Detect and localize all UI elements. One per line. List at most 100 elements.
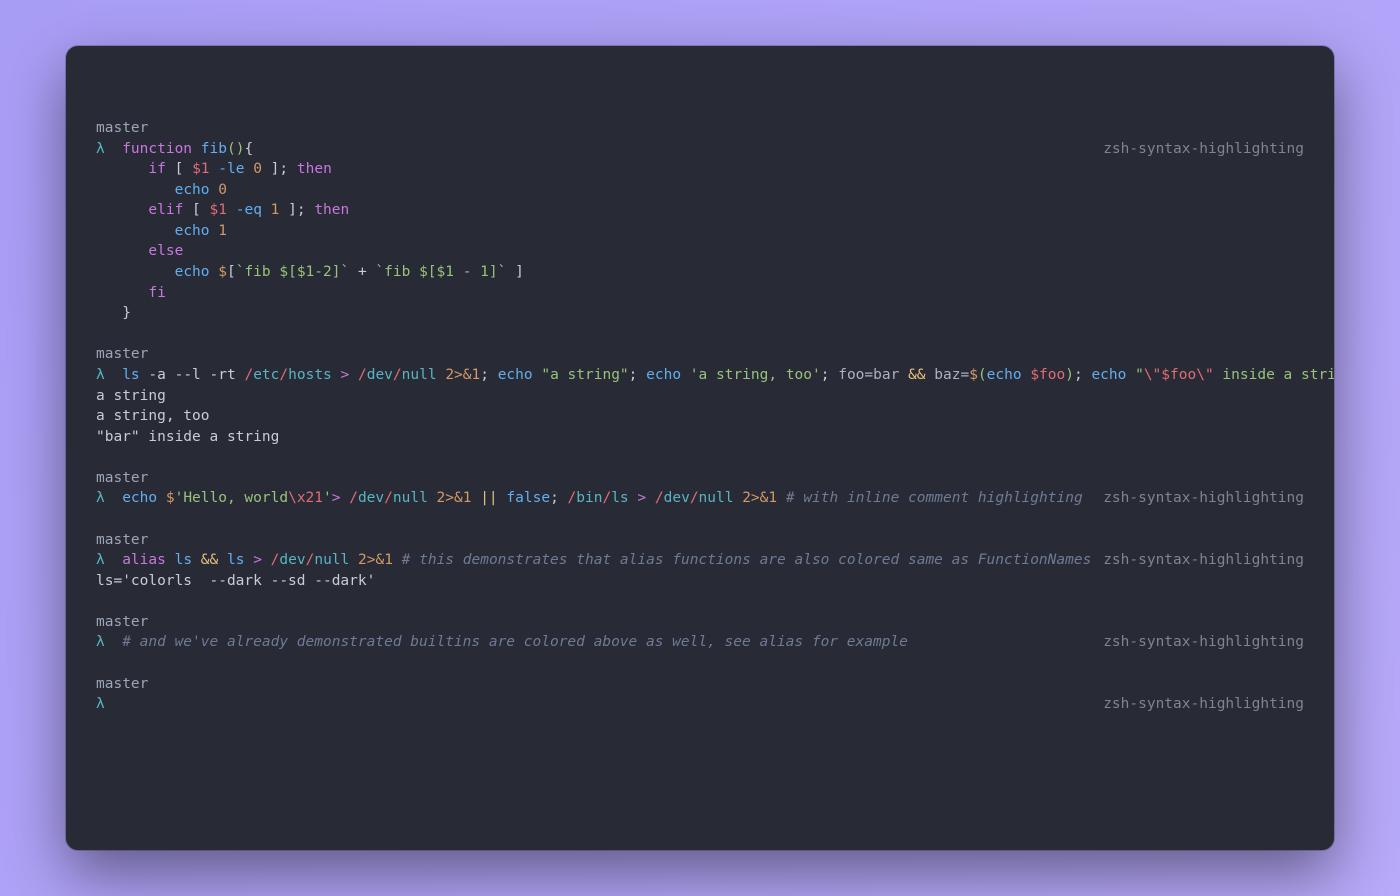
token-pathseg: null <box>314 552 349 568</box>
token-fn: -eq <box>236 202 262 218</box>
token-kw: then <box>314 202 349 218</box>
token-op: ; <box>821 367 838 383</box>
token-op <box>244 552 253 568</box>
command-line[interactable]: if [ $1 -le 0 ]; then <box>96 159 1304 180</box>
prompt-branch: master <box>96 468 1304 489</box>
git-branch: master <box>96 120 148 136</box>
blank-line <box>96 447 1304 468</box>
token-num: 2>&1 <box>742 490 777 506</box>
command-line[interactable]: elif [ $1 -eq 1 ]; then <box>96 200 1304 221</box>
token-op <box>210 182 219 198</box>
command-line[interactable]: else <box>96 241 1304 262</box>
command-line[interactable]: λ zsh-syntax-highlighting# and we've alr… <box>96 632 1304 653</box>
prompt-lambda: λ <box>96 141 122 157</box>
token-op <box>437 367 446 383</box>
token-fn: false <box>506 490 550 506</box>
token-op <box>428 490 437 506</box>
token-op <box>122 182 174 198</box>
token-op: { <box>244 141 253 157</box>
output-line: a string, too <box>96 406 1304 427</box>
token-var: $1 <box>192 161 209 177</box>
command-line[interactable]: λ ls -a --l -rt /etc/hosts > /dev/null 2… <box>96 365 1304 386</box>
token-path: / <box>384 490 393 506</box>
token-redir: > <box>253 552 262 568</box>
prompt-branch: master <box>96 344 1304 365</box>
token-op <box>210 223 219 239</box>
token-path: / <box>349 490 358 506</box>
token-op <box>227 202 236 218</box>
token-op <box>122 243 148 259</box>
token-fn: echo <box>987 367 1022 383</box>
token-op: ]; <box>279 202 314 218</box>
token-op <box>262 202 271 218</box>
token-pathseg: dev <box>367 367 393 383</box>
token-path: / <box>602 490 611 506</box>
token-op: } <box>122 305 131 321</box>
token-path: / <box>358 367 367 383</box>
token-pathseg: bin <box>576 490 602 506</box>
token-fn: ls <box>122 367 139 383</box>
token-fn: echo <box>646 367 681 383</box>
token-num: 2>&1 <box>445 367 480 383</box>
token-op: ; <box>1074 367 1091 383</box>
token-op <box>166 552 175 568</box>
token-fn: ls <box>227 552 244 568</box>
token-fn: echo <box>122 490 157 506</box>
token-op <box>192 552 201 568</box>
token-kw: fi <box>148 285 165 301</box>
command-line[interactable]: echo 0 <box>96 180 1304 201</box>
token-pathseg: null <box>393 490 428 506</box>
token-fn: echo <box>175 182 210 198</box>
token-path: / <box>393 367 402 383</box>
token-amp: && <box>908 367 925 383</box>
token-paren: ( <box>978 367 987 383</box>
token-op: ; <box>629 367 646 383</box>
token-op <box>349 552 358 568</box>
token-path: / <box>279 367 288 383</box>
prompt-lambda: λ <box>96 552 122 568</box>
token-op <box>1126 367 1135 383</box>
token-str: 'Hello, world <box>175 490 289 506</box>
command-line[interactable]: λ zsh-syntax-highlightingfunction fib(){ <box>96 139 1304 160</box>
token-cmt: # this demonstrates that alias functions… <box>402 552 1092 568</box>
token-str: 'a string, too' <box>690 367 821 383</box>
token-path: / <box>655 490 664 506</box>
token-str: inside a string" <box>1214 367 1334 383</box>
command-line[interactable]: λ zsh-syntax-highlightingalias ls && ls … <box>96 550 1304 571</box>
token-path: / <box>244 367 253 383</box>
command-line[interactable]: fi <box>96 283 1304 304</box>
token-kw: if <box>148 161 165 177</box>
command-line[interactable]: λ zsh-syntax-highlightingecho $'Hello, w… <box>96 488 1304 509</box>
token-op: ; <box>550 490 567 506</box>
token-fn: echo <box>175 223 210 239</box>
token-pathseg: dev <box>664 490 690 506</box>
command-line[interactable]: echo $[`fib $[$1-2]` + `fib $[$1 - 1]` ] <box>96 262 1304 283</box>
command-line[interactable]: } <box>96 303 1304 324</box>
token-op: [ <box>183 202 209 218</box>
token-num: 1 <box>218 223 227 239</box>
git-branch: master <box>96 614 148 630</box>
token-op <box>210 264 219 280</box>
command-line[interactable]: λ zsh-syntax-highlighting <box>96 694 1304 715</box>
token-num: 0 <box>253 161 262 177</box>
token-op <box>192 141 201 157</box>
token-op <box>210 161 219 177</box>
git-branch: master <box>96 532 148 548</box>
terminal-content[interactable]: master λ zsh-syntax-highlightingfunction … <box>96 118 1304 715</box>
token-redir: > <box>637 490 646 506</box>
token-str: `fib $[$1-2]` <box>236 264 350 280</box>
token-op: + <box>349 264 375 280</box>
token-kw: else <box>148 243 183 259</box>
token-op <box>733 490 742 506</box>
token-pathseg: etc <box>253 367 279 383</box>
command-line[interactable]: echo 1 <box>96 221 1304 242</box>
token-pathseg: hosts <box>288 367 332 383</box>
token-kw: function <box>122 141 192 157</box>
output-line: ls='colorls --dark --sd --dark' <box>96 571 1304 592</box>
token-op <box>262 552 271 568</box>
git-branch: master <box>96 346 148 362</box>
token-op <box>349 367 358 383</box>
token-pathseg: ls <box>611 490 628 506</box>
prompt-lambda: λ <box>96 634 122 650</box>
token-op: ] <box>506 264 523 280</box>
